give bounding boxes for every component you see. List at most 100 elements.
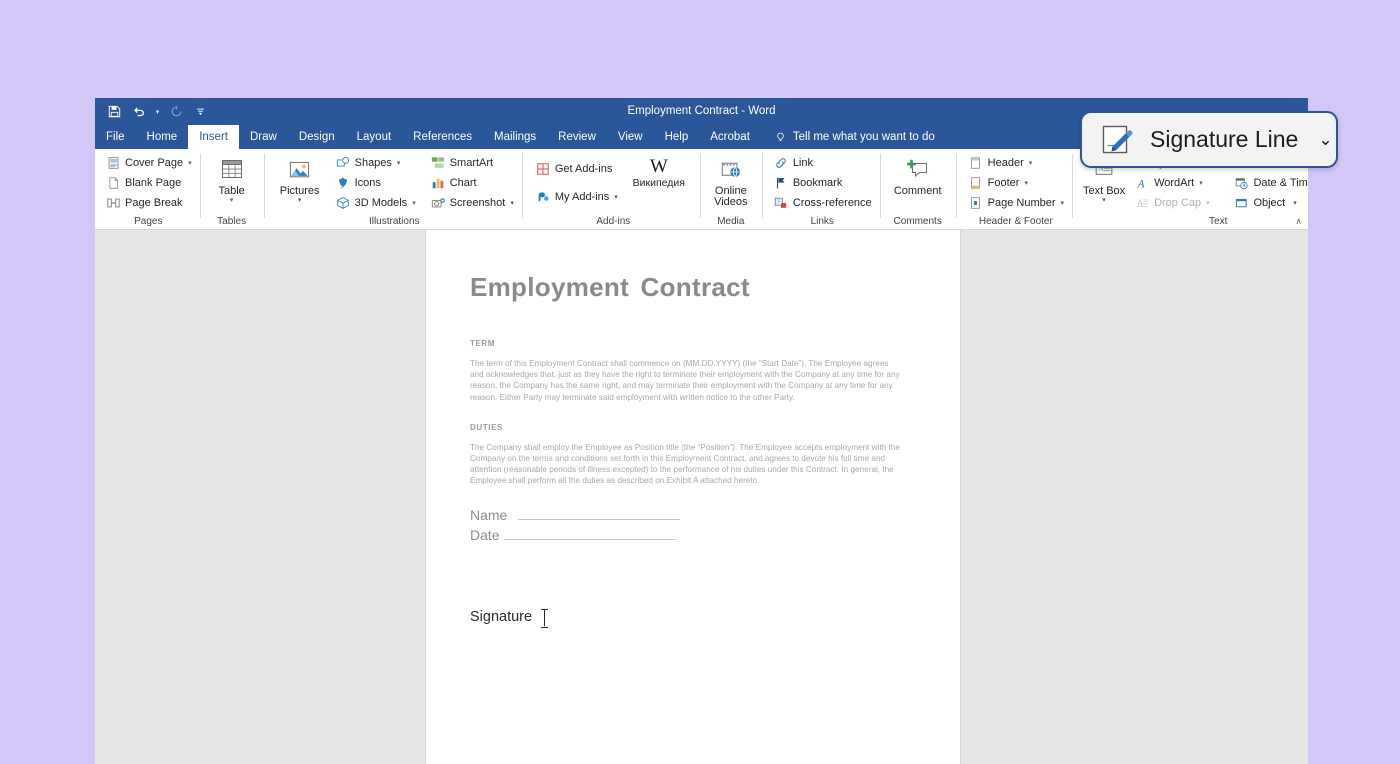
page-number-button[interactable]: Page Number ▾ <box>965 193 1067 213</box>
footer-label: Footer <box>987 177 1020 189</box>
tab-layout[interactable]: Layout <box>346 125 403 149</box>
chevron-down-icon[interactable]: ▾ <box>1199 179 1203 187</box>
signature-line-icon <box>1100 123 1134 157</box>
header-label: Header <box>987 157 1024 169</box>
chevron-down-icon[interactable]: ▾ <box>1293 199 1297 207</box>
cross-reference-label: Cross-reference <box>792 197 872 209</box>
object-label: Object <box>1253 197 1286 209</box>
signature-line-callout[interactable]: Signature Line ⌄ <box>1080 111 1338 168</box>
smartart-label: SmartArt <box>449 157 494 169</box>
chevron-down-icon[interactable]: ▾ <box>1024 179 1028 187</box>
page-break-button[interactable]: Page Break <box>102 193 195 213</box>
blank-page-button[interactable]: Blank Page <box>102 173 195 193</box>
object-button[interactable]: Object ▾ <box>1230 193 1308 213</box>
screenshot-button[interactable]: Screenshot ▾ <box>427 193 517 213</box>
wikipedia-button[interactable]: W Википедия <box>623 153 695 190</box>
pictures-label: Pictures <box>279 185 320 197</box>
ribbon-group-addins: Get Add-ins My Add-ins ▾ W Википедия Add… <box>521 149 700 230</box>
chevron-down-icon[interactable]: ▾ <box>1061 199 1065 207</box>
chevron-down-icon[interactable]: ▾ <box>614 193 618 201</box>
tab-insert[interactable]: Insert <box>188 125 239 149</box>
screen: ▾ Employment Contract - Word File Home I… <box>0 0 1400 764</box>
tab-home[interactable]: Home <box>136 125 189 149</box>
section-heading-term: TERM <box>470 339 496 348</box>
chevron-down-icon[interactable]: ▾ <box>1102 197 1106 205</box>
header-icon <box>968 155 984 171</box>
chart-icon <box>430 175 446 191</box>
chevron-down-icon[interactable]: ▾ <box>188 159 192 167</box>
wordart-button[interactable]: A WordArt ▾ <box>1131 173 1222 193</box>
chevron-down-icon[interactable]: ▾ <box>510 199 514 207</box>
group-label-text: Text <box>1209 216 1228 227</box>
chevron-down-icon[interactable]: ▾ <box>230 197 234 205</box>
chevron-down-icon[interactable]: ▾ <box>298 197 302 205</box>
svg-text:A: A <box>1136 178 1144 189</box>
link-button[interactable]: Link <box>770 153 875 173</box>
shapes-button[interactable]: Shapes ▾ <box>332 153 419 173</box>
tab-file[interactable]: File <box>95 125 136 149</box>
get-addins-button[interactable]: Get Add-ins <box>532 159 621 179</box>
drop-cap-icon: A <box>1134 195 1150 211</box>
table-label: Table <box>218 185 245 197</box>
wikipedia-icon: W <box>649 156 668 177</box>
object-icon <box>1233 195 1249 211</box>
tab-acrobat[interactable]: Acrobat <box>699 125 761 149</box>
tab-references[interactable]: References <box>402 125 483 149</box>
header-button[interactable]: Header ▾ <box>965 153 1067 173</box>
field-name-label: Name <box>470 506 508 523</box>
comment-label: Comment <box>893 185 942 197</box>
document-canvas: Employment Contract TERM The term of thi… <box>95 230 1308 764</box>
chevron-down-icon[interactable]: ▾ <box>412 199 416 207</box>
group-label-addins: Add-ins <box>596 216 631 227</box>
blank-page-icon <box>105 175 121 191</box>
cross-reference-button[interactable]: Cross-reference <box>770 193 875 213</box>
smartart-button[interactable]: SmartArt <box>427 153 517 173</box>
group-label-illustrations: Illustrations <box>368 216 420 227</box>
chevron-down-icon: ▾ <box>1206 200 1210 207</box>
page-number-icon <box>968 195 984 211</box>
bookmark-icon <box>773 175 789 191</box>
3d-models-button[interactable]: 3D Models ▾ <box>332 193 419 213</box>
link-label: Link <box>792 157 813 169</box>
bookmark-button[interactable]: Bookmark <box>770 173 875 193</box>
tab-view[interactable]: View <box>607 125 654 149</box>
my-addins-button[interactable]: My Add-ins ▾ <box>532 187 621 207</box>
document-page[interactable]: Employment Contract TERM The term of thi… <box>425 230 961 764</box>
tab-review[interactable]: Review <box>547 125 607 149</box>
icons-button[interactable]: Icons <box>332 173 419 193</box>
date-time-button[interactable]: Date & Time <box>1230 173 1308 193</box>
screenshot-icon <box>430 195 446 211</box>
chart-button[interactable]: Chart <box>427 173 517 193</box>
section-term: TERM The term of this Employment Contrac… <box>470 339 918 403</box>
collapse-ribbon-icon[interactable]: ∧ <box>1295 216 1302 227</box>
signature-label: Signature <box>470 609 533 626</box>
footer-icon <box>968 175 984 191</box>
signature-line-text: Signature <box>470 608 918 628</box>
table-button[interactable]: Table ▾ <box>209 153 255 205</box>
ribbon-group-links: Link Bookmark Cross-reference Links <box>761 149 880 230</box>
ribbon-group-header-footer: Header ▾ Footer ▾ Page Number ▾ Header &… <box>955 149 1072 230</box>
comment-button[interactable]: Comment <box>890 153 946 197</box>
pictures-button[interactable]: Pictures ▾ <box>272 153 328 205</box>
signature-fields: Name Date <box>470 507 918 543</box>
tab-draw[interactable]: Draw <box>239 125 288 149</box>
tell-me-search[interactable]: Tell me what you want to do <box>775 125 935 149</box>
section-heading-duties: DUTIES <box>470 422 503 432</box>
chevron-down-icon[interactable]: ⌄ <box>1318 130 1332 150</box>
footer-button[interactable]: Footer ▾ <box>965 173 1067 193</box>
chevron-down-icon[interactable]: ▾ <box>397 159 401 167</box>
group-label-media: Media <box>717 216 745 227</box>
tab-mailings[interactable]: Mailings <box>483 125 547 149</box>
chevron-down-icon[interactable]: ▾ <box>1029 159 1033 167</box>
bookmark-label: Bookmark <box>792 177 843 189</box>
cover-page-button[interactable]: Cover Page ▾ <box>102 153 195 173</box>
table-icon <box>218 156 246 184</box>
tab-design[interactable]: Design <box>288 125 346 149</box>
online-videos-button[interactable]: Online Videos <box>708 153 754 208</box>
wikipedia-label: Википедия <box>632 177 685 189</box>
field-name-rule <box>518 518 680 520</box>
get-addins-icon <box>535 161 551 177</box>
tab-help[interactable]: Help <box>654 125 700 149</box>
ribbon-group-illustrations: Pictures ▾ Shapes ▾ Icons 3D Models ▾ Sm… <box>263 149 522 230</box>
section-duties: DUTIES The Company shall employ the Empl… <box>470 423 918 487</box>
